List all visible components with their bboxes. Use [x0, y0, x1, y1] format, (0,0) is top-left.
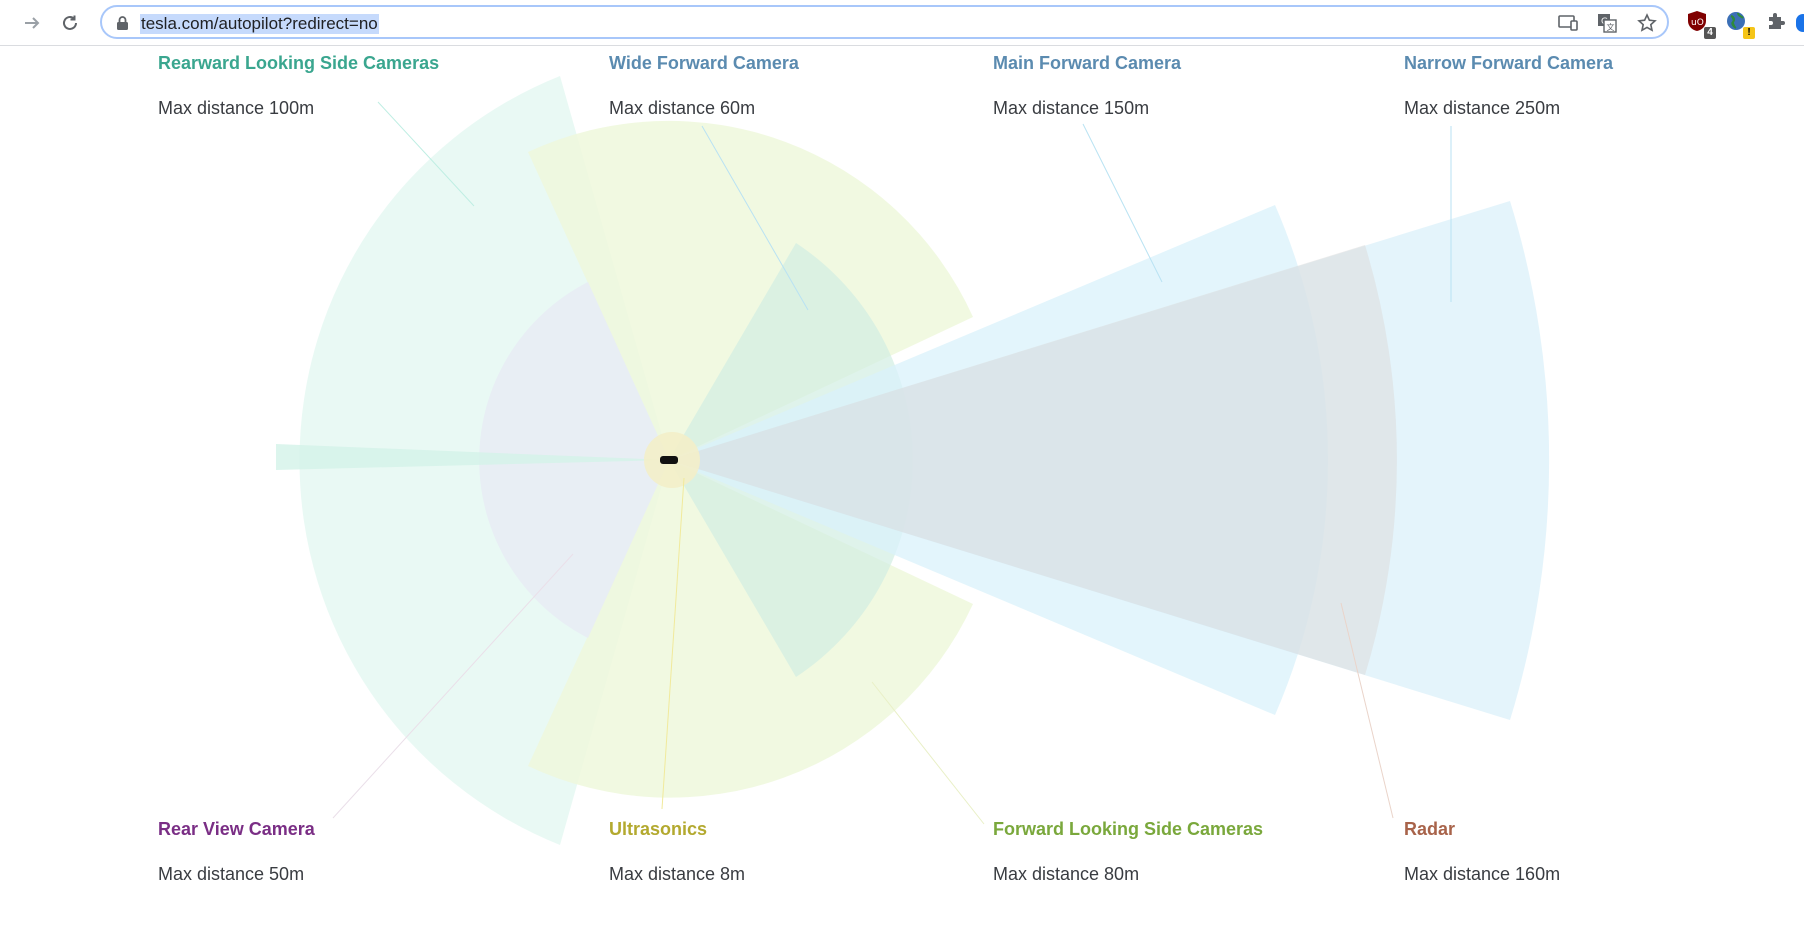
- extensions-puzzle-icon[interactable]: [1765, 10, 1791, 36]
- ultrasonics-title: Ultrasonics: [609, 819, 708, 839]
- radar-label: Radar Max distance 160m: [1404, 819, 1560, 885]
- wide-forward-camera-distance: Max distance 60m: [609, 98, 756, 118]
- ublock-badge: 4: [1704, 27, 1716, 39]
- ublock-icon[interactable]: uO 4: [1686, 10, 1716, 39]
- autopilot-sensor-page: Rearward Looking Side Cameras Max distan…: [0, 46, 1804, 929]
- rearward-side-cameras-title: Rearward Looking Side Cameras: [158, 53, 440, 73]
- ultrasonics-label: Ultrasonics Max distance 8m: [609, 819, 745, 885]
- rear-view-camera-label: Rear View Camera Max distance 50m: [158, 819, 315, 885]
- svg-text:文: 文: [1607, 22, 1615, 32]
- url-text[interactable]: tesla.com/autopilot?redirect=no: [140, 14, 379, 34]
- profile-avatar[interactable]: [1796, 14, 1804, 32]
- cast-icon[interactable]: [1557, 12, 1579, 34]
- wide-forward-camera-label: Wide Forward Camera Max distance 60m: [609, 53, 799, 119]
- car-icon: [660, 456, 678, 464]
- reload-icon: [63, 15, 77, 30]
- bookmark-star-icon[interactable]: [1636, 12, 1658, 34]
- rearward-side-cameras-label: Rearward Looking Side Cameras Max distan…: [158, 53, 439, 119]
- forward-side-cameras-label: Forward Looking Side Cameras Max distanc…: [993, 819, 1263, 885]
- narrow-forward-camera-label: Narrow Forward Camera Max distance 250m: [1404, 53, 1613, 119]
- rear-view-camera-distance: Max distance 50m: [158, 864, 305, 884]
- forward-side-leader-line: [871, 681, 985, 825]
- main-forward-leader-line: [1082, 123, 1163, 283]
- main-forward-camera-title: Main Forward Camera: [993, 53, 1182, 73]
- narrow-forward-camera-title: Narrow Forward Camera: [1404, 53, 1614, 73]
- main-forward-camera-label: Main Forward Camera Max distance 150m: [993, 53, 1181, 119]
- narrow-forward-camera-distance: Max distance 250m: [1404, 98, 1561, 118]
- reload-button[interactable]: [55, 8, 85, 38]
- browser-toolbar: tesla.com/autopilot?redirect=no G文 uO 4 …: [0, 0, 1804, 46]
- forward-side-cameras-distance: Max distance 80m: [993, 864, 1140, 884]
- arrow-right-icon: [25, 17, 40, 29]
- forward-button[interactable]: [17, 8, 47, 38]
- radar-title: Radar: [1404, 819, 1456, 839]
- main-forward-camera-distance: Max distance 150m: [993, 98, 1150, 118]
- globe-extension-icon[interactable]: !: [1725, 10, 1755, 39]
- ultrasonics-distance: Max distance 8m: [609, 864, 746, 884]
- address-bar[interactable]: tesla.com/autopilot?redirect=no G文: [100, 5, 1669, 39]
- globe-extension-badge: !: [1743, 27, 1755, 39]
- lock-icon: [117, 16, 128, 30]
- rear-view-camera-title: Rear View Camera: [158, 819, 315, 839]
- rearward-side-cameras-distance: Max distance 100m: [158, 98, 315, 118]
- sensor-coverage-diagram: [276, 76, 1550, 845]
- radar-distance: Max distance 160m: [1404, 864, 1561, 884]
- translate-icon[interactable]: G文: [1596, 12, 1618, 34]
- wide-forward-camera-title: Wide Forward Camera: [609, 53, 799, 73]
- svg-text:uO: uO: [1691, 18, 1704, 28]
- forward-side-cameras-title: Forward Looking Side Cameras: [993, 819, 1264, 839]
